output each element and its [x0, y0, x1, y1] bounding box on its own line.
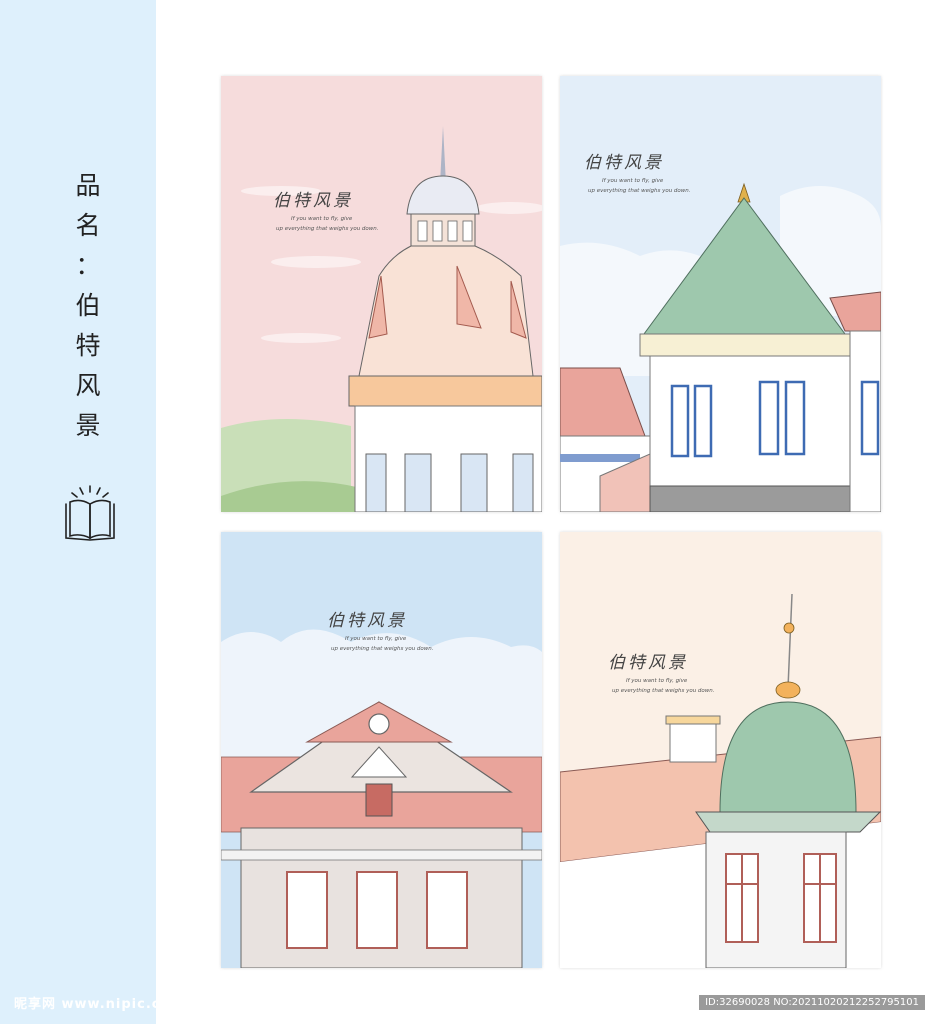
cover-subtitle-line1: If you want to fly, give	[291, 216, 353, 222]
cover-subtitle-line2: up everything that weighs you down.	[331, 646, 434, 652]
cover-title: 伯特风景	[273, 191, 353, 211]
title-char: 品	[75, 171, 101, 200]
watermark-site: 昵享网 www.nipic.cn	[14, 997, 171, 1012]
cover-card-green-dome: 伯特风景 If you want to fly, give up everyth…	[560, 532, 881, 968]
title-char: 伯	[75, 291, 101, 320]
cover-subtitle-line1: If you want to fly, give	[345, 636, 407, 642]
green-roof-illustration	[560, 76, 881, 512]
title-char: ：	[75, 251, 101, 280]
title-char: 景	[75, 411, 101, 440]
cover-title: 伯特风景	[584, 153, 664, 173]
product-name-vertical: 品 名 ： 伯 特 风 景	[58, 166, 118, 446]
pink-tower-illustration	[221, 76, 542, 512]
cover-subtitle-line2: up everything that weighs you down.	[588, 188, 691, 194]
cover-card-pink-tower: 伯特风景 If you want to fly, give up everyth…	[221, 76, 542, 512]
gable-house-illustration	[221, 532, 542, 968]
cover-subtitle-line2: up everything that weighs you down.	[276, 226, 379, 232]
open-book-icon	[65, 485, 115, 541]
title-char: 风	[75, 371, 101, 400]
cover-subtitle-line2: up everything that weighs you down.	[612, 688, 715, 694]
cover-subtitle-line1: If you want to fly, give	[626, 678, 688, 684]
cover-card-green-roof: 伯特风景 If you want to fly, give up everyth…	[560, 76, 881, 512]
sidebar: 品 名 ： 伯 特 风 景	[0, 0, 156, 1024]
cover-subtitle-line1: If you want to fly, give	[602, 178, 664, 184]
cover-title: 伯特风景	[608, 653, 688, 673]
cover-card-gable-house: 伯特风景 If you want to fly, give up everyth…	[221, 532, 542, 968]
green-dome-illustration	[560, 532, 881, 968]
cover-title: 伯特风景	[327, 611, 407, 631]
title-char: 特	[75, 331, 101, 360]
title-char: 名	[75, 211, 101, 240]
watermark-id: ID:32690028 NO:20211020212252795101	[699, 995, 925, 1010]
